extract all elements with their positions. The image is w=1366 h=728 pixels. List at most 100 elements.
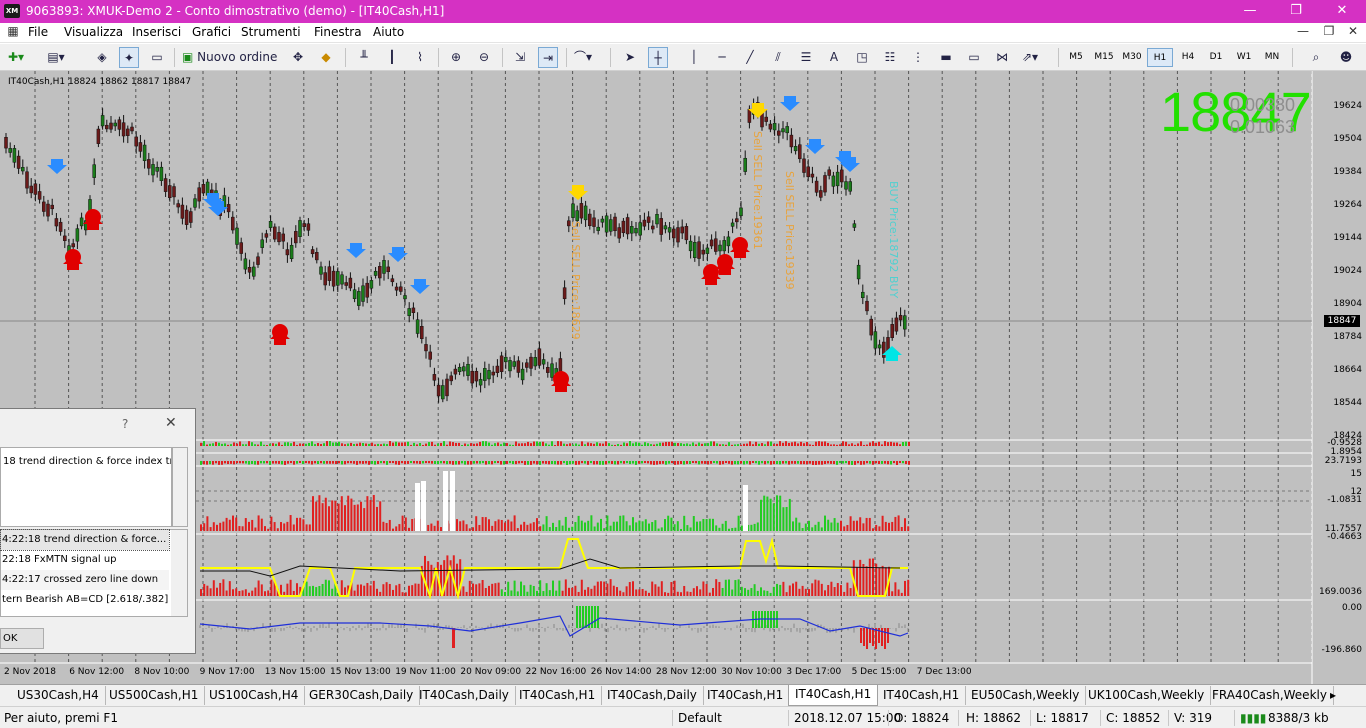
list-scrollbar[interactable] (171, 530, 187, 616)
tab-it40cash-daily[interactable]: IT40Cash,Daily (413, 686, 516, 705)
crosshair-target-icon[interactable]: ✥ (288, 47, 308, 68)
signal-bar (452, 461, 454, 465)
horizontal-line-icon[interactable]: ─ (712, 47, 732, 68)
tab-fra40cash-weekly[interactable]: FRA40Cash,Weekly (1206, 686, 1334, 705)
timeframe-w1[interactable]: W1 (1231, 48, 1257, 67)
tab-it40cash-h1-4[interactable]: IT40Cash,H1 (877, 686, 967, 705)
market-watch-icon[interactable]: ◈ (92, 47, 112, 68)
histogram-bar (702, 518, 705, 531)
candle (134, 136, 138, 147)
arrows-icon[interactable]: ⇗▾ (1020, 47, 1040, 68)
dialog-close-button[interactable]: ✕ (165, 415, 177, 431)
histogram-bar (756, 522, 759, 531)
auto-scroll-icon[interactable]: ⇲ (510, 47, 530, 68)
vertical-line-icon[interactable]: │ (684, 47, 704, 68)
profiles-icon[interactable]: ▤▾ (46, 47, 66, 68)
timeframe-mn[interactable]: MN (1259, 48, 1285, 67)
dialog-help-button[interactable]: ? (122, 417, 128, 431)
histogram-bar (475, 516, 478, 531)
tab-us100cash-h4[interactable]: US100Cash,H4 (203, 686, 306, 705)
search-icon[interactable]: ⌕ (1306, 47, 1326, 68)
volume-bar (269, 443, 271, 446)
new-chart-icon[interactable]: ✚▾ (6, 47, 26, 68)
menu-tools[interactable]: Strumenti (241, 25, 301, 39)
timeframe-d1[interactable]: D1 (1203, 48, 1229, 67)
trendline-icon[interactable]: ╱ (740, 47, 760, 68)
ellipse-icon[interactable]: ▭ (964, 47, 984, 68)
chart-shift-icon[interactable]: ⇥ (538, 47, 558, 68)
new-order-button[interactable]: ▣ Nuovo ordine (182, 47, 278, 68)
timeframe-m30[interactable]: M30 (1119, 48, 1145, 67)
tab-it40cash-h1-active[interactable]: IT40Cash,H1 (788, 685, 879, 706)
menu-charts[interactable]: Grafici (192, 25, 231, 39)
tab-uk100cash-weekly[interactable]: UK100Cash,Weekly (1082, 686, 1212, 705)
mdi-close-button[interactable]: ✕ (1342, 24, 1364, 42)
mdi-minimize-button[interactable]: — (1292, 24, 1314, 42)
data-window-icon[interactable]: ✦ (119, 47, 139, 68)
candle (319, 266, 323, 275)
channel-icon[interactable]: ⫽ (768, 47, 788, 68)
tab-scroll-right-icon[interactable]: ▸ (1324, 686, 1342, 705)
tab-it40cash-h1[interactable]: IT40Cash,H1 (513, 686, 603, 705)
menu-view[interactable]: Visualizza (64, 25, 123, 39)
label-icon[interactable]: ◳ (852, 47, 872, 68)
tab-ger30cash-daily[interactable]: GER30Cash,Daily (303, 686, 421, 705)
candlestick-icon[interactable]: ┃ (382, 47, 402, 68)
list-item[interactable]: 4:22:17 crossed zero line down (1, 570, 169, 590)
histogram-bar (507, 581, 510, 596)
list-item[interactable]: 4:22:18 trend direction & force... (0, 529, 170, 551)
tab-it40cash-daily-2[interactable]: IT40Cash,Daily (601, 686, 704, 705)
histogram-bar (724, 520, 727, 531)
rectangle-icon[interactable]: ▬ (936, 47, 956, 68)
tab-us500cash-h1[interactable]: US500Cash,H1 (103, 686, 206, 705)
indicators-icon[interactable]: ⌒▾ (573, 47, 593, 68)
histogram-bar (760, 587, 762, 596)
ok-button[interactable]: OK (0, 628, 44, 649)
bar-chart-icon[interactable]: ╨ (354, 47, 374, 68)
indicator-axis-label: 23.7193 (1324, 456, 1362, 466)
list-item[interactable]: 22:18 FxMTN signal up (1, 550, 169, 570)
community-icon[interactable]: ☻ (1336, 47, 1356, 68)
timeframe-m15[interactable]: M15 (1091, 48, 1117, 67)
alert-list[interactable]: 4:22:18 trend direction & force... 22:18… (0, 529, 188, 617)
close-button[interactable]: ✕ (1319, 0, 1365, 23)
fibo-fan-icon[interactable]: ☷ (880, 47, 900, 68)
menu-window[interactable]: Finestra (314, 25, 362, 39)
fibonacci-icon[interactable]: ☰ (796, 47, 816, 68)
navigator-icon[interactable]: ▭ (147, 47, 167, 68)
candle (483, 368, 487, 381)
mdi-restore-button[interactable]: ❐ (1318, 24, 1340, 42)
menu-help[interactable]: Aiuto (373, 25, 404, 39)
list-item[interactable]: tern Bearish AB=CD [2.618/.382] (1, 590, 169, 610)
pitchfork-icon[interactable]: ⋈ (992, 47, 1012, 68)
autotrading-icon[interactable]: ◆ (316, 47, 336, 68)
chart-canvas[interactable] (0, 71, 1366, 684)
minimize-button[interactable]: — (1227, 0, 1273, 23)
volume-bar (851, 443, 853, 446)
timeframe-h1[interactable]: H1 (1147, 48, 1173, 67)
histogram-bar (302, 519, 305, 531)
tab-eu50cash-weekly[interactable]: EU50Cash,Weekly (965, 686, 1087, 705)
text-icon[interactable]: A (824, 47, 844, 68)
zoom-out-icon[interactable]: ⊖ (474, 47, 494, 68)
objects-icon[interactable]: ⋮ (908, 47, 928, 68)
histogram-bar (705, 584, 708, 596)
crosshair-icon[interactable]: ┼ (648, 47, 668, 68)
menu-file[interactable]: File (28, 25, 48, 39)
volume-bar (692, 442, 694, 446)
restore-button[interactable]: ❐ (1273, 0, 1319, 23)
timeframe-m5[interactable]: M5 (1063, 48, 1089, 67)
message-scrollbar[interactable] (172, 447, 188, 527)
line-chart-icon[interactable]: ⌇ (410, 47, 430, 68)
tab-us30cash-h4[interactable]: US30Cash,H4 (11, 686, 106, 705)
chart-window[interactable]: IT40Cash,H1 18824 18862 18817 18847 1884… (0, 71, 1366, 684)
tab-it40cash-h1-2[interactable]: IT40Cash,H1 (701, 686, 791, 705)
cursor-icon[interactable]: ➤ (620, 47, 640, 68)
timeframe-h4[interactable]: H4 (1175, 48, 1201, 67)
zoom-in-icon[interactable]: ⊕ (446, 47, 466, 68)
chart-window-icon[interactable]: ▦ (2, 24, 24, 42)
histogram-bar (427, 524, 430, 531)
signal-bar (776, 461, 778, 465)
menu-insert[interactable]: Inserisci (132, 25, 181, 39)
histogram-bar (699, 521, 702, 531)
